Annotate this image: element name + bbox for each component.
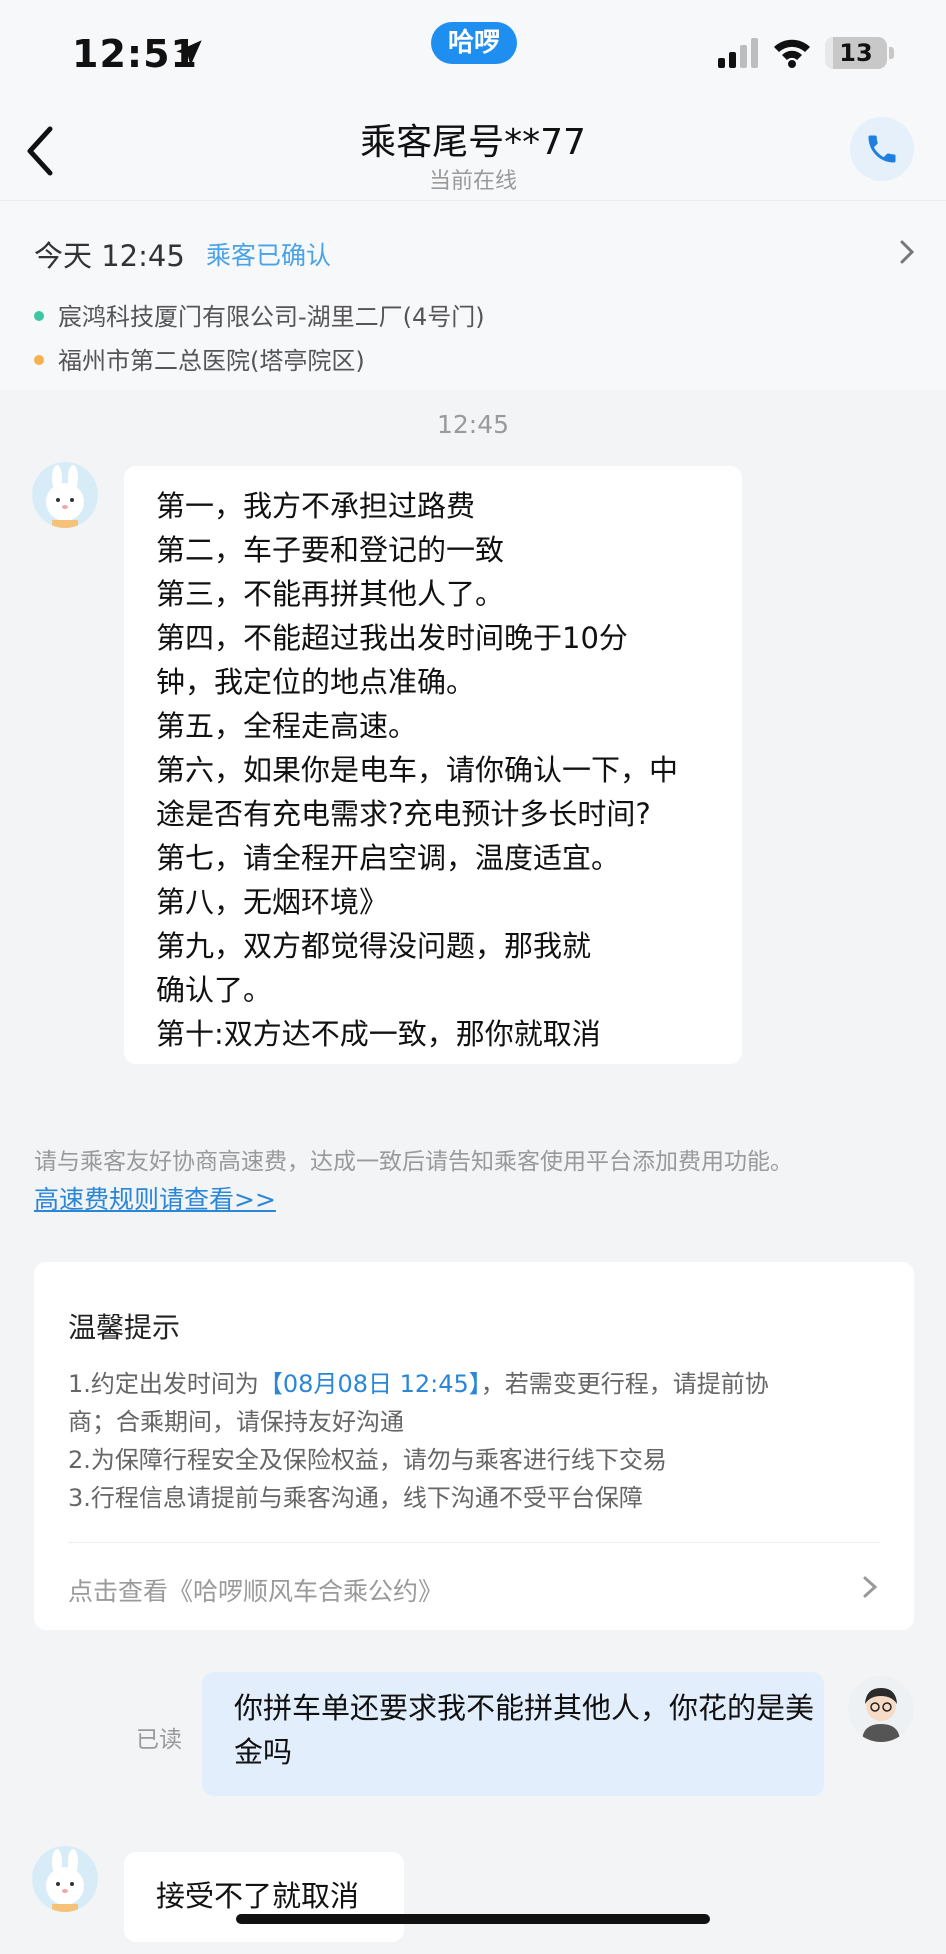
chevron-right-icon[interactable] (860, 1573, 880, 1601)
passenger-avatar[interactable] (32, 462, 98, 528)
rabbit-avatar-icon (46, 465, 84, 528)
home-indicator[interactable] (236, 1914, 710, 1924)
passenger-message-line: 途是否有充电需求?充电预计多长时间? (156, 797, 651, 831)
tips-line-1-suffix: ，若需变更行程，请提前协 (480, 1370, 769, 1398)
passenger-message-bubble[interactable]: 第一，我方不承担过路费 第二，车子要和登记的一致 第三，不能再拼其他人了。第四，不能… (124, 466, 742, 1064)
driver-avatar[interactable] (848, 1676, 914, 1742)
chat-header: 乘客尾号**77 当前在线 (0, 105, 946, 200)
battery-icon: 13 (825, 37, 887, 69)
trip-status: 乘客已确认 (206, 241, 332, 270)
passenger-message-line: 第九，双方都觉得没问题，那我就 (156, 929, 592, 963)
passenger-message-line: 第一，我方不承担过路费 (156, 489, 476, 523)
passenger-reply-bubble[interactable]: 接受不了就取消 (124, 1852, 404, 1942)
destination-dot-icon (34, 355, 44, 365)
tips-line-1: 1.约定出发时间为【08月08日 12:45】，若需变更行程，请提前协 (68, 1364, 769, 1399)
trip-origin-label: 宸鸿科技厦门有限公司-湖里二厂(4号门) (58, 303, 485, 331)
passenger-message-line: 第五，全程走高速。 (156, 709, 418, 743)
wifi-icon (774, 39, 810, 68)
tips-line-1-prefix: 1.约定出发时间为 (68, 1370, 259, 1398)
tips-title: 温馨提示 (68, 1311, 181, 1344)
trip-summary[interactable]: 今天 12:45 乘客已确认 宸鸿科技厦门有限公司-湖里二厂(4号门) 福州市第… (0, 200, 946, 390)
passenger-message-line: 钟，我定位的地点准确。 (156, 665, 476, 699)
call-button[interactable] (850, 117, 914, 181)
page-title: 乘客尾号**77 (360, 122, 586, 163)
tips-line-2: 2.为保障行程安全及保险权益，请勿与乘客进行线下交易 (68, 1446, 667, 1474)
online-status: 当前在线 (428, 169, 517, 194)
chevron-right-icon[interactable] (896, 237, 918, 267)
driver-message-line: 你拼车单还要求我不能拼其他人，你花的 (234, 1691, 757, 1725)
system-notice: 请与乘客友好协商高速费，达成一致后请告知乘客使用平台添加费用功能。 (34, 1149, 793, 1175)
toll-rules-link[interactable]: 高速费规则请查看>> (34, 1180, 276, 1216)
location-arrow-icon (176, 40, 202, 66)
trip-time: 今天 12:45 (34, 239, 185, 273)
passenger-message-line: 确认了。 (156, 973, 273, 1007)
trip-destination: 福州市第二总医院(塔亭院区) (34, 341, 365, 376)
tips-line-3: 3.行程信息请提前与乘客沟通，线下沟通不受平台保障 (68, 1484, 643, 1512)
trip-destination-label: 福州市第二总医院(塔亭院区) (58, 347, 365, 375)
tips-line-1-cont: 商；合乘期间，请保持友好沟通 (68, 1408, 404, 1436)
carpool-convention-link[interactable]: 点击查看《哈啰顺风车合乘公约》 (68, 1572, 443, 1608)
passenger-avatar[interactable] (32, 1846, 98, 1912)
battery-percent: 13 (839, 39, 873, 67)
passenger-message-line: 第八，无烟环境》 (156, 885, 389, 919)
battery-level (825, 37, 833, 69)
passenger-message-line: 第七，请全程开启空调，温度适宜。 (156, 841, 621, 875)
app-pill[interactable]: 哈啰 (431, 22, 517, 64)
chat-timestamp: 12:45 (436, 410, 510, 439)
read-status: 已读 (136, 1727, 182, 1753)
tips-divider (68, 1542, 880, 1543)
battery-cap (889, 47, 894, 59)
passenger-message-line: 第二，车子要和登记的一致 (156, 533, 505, 567)
passenger-message-line: 第四，不能超过我出发时间晚于10分 (156, 621, 628, 655)
tips-departure-time: 【08月08日 12:45】 (258, 1370, 481, 1398)
status-bar: 12:51 哈啰 13 (0, 0, 946, 105)
origin-dot-icon (34, 311, 44, 321)
passenger-message-line: 第六，如果你是电车，请你确认一下，中 (156, 753, 679, 787)
trip-origin: 宸鸿科技厦门有限公司-湖里二厂(4号门) (34, 297, 485, 332)
passenger-message-line: 第三，不能再拼其他人了。 (156, 577, 505, 611)
passenger-message-line: 第十:双方达不成一致，那你就取消 (156, 1017, 601, 1051)
rabbit-avatar-icon (46, 1849, 84, 1912)
phone-icon (868, 135, 896, 163)
passenger-reply-text: 接受不了就取消 (156, 1879, 360, 1913)
tips-card: 温馨提示 1.约定出发时间为【08月08日 12:45】，若需变更行程，请提前协… (34, 1262, 914, 1630)
person-avatar-icon (862, 1688, 900, 1742)
signal-icon (718, 38, 758, 68)
driver-message-bubble[interactable]: 你拼车单还要求我不能拼其他人，你花的是美金吗 (202, 1672, 824, 1796)
